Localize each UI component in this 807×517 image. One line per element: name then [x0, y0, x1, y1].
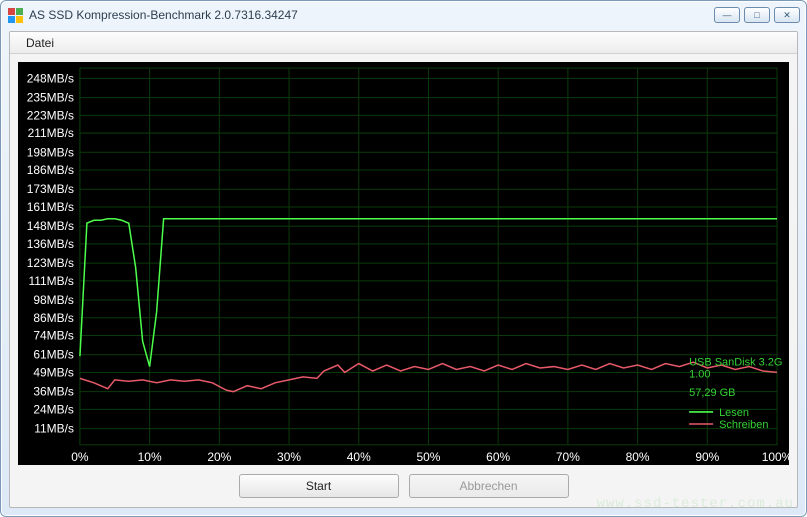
svg-text:198MB/s: 198MB/s — [27, 145, 74, 159]
svg-text:211MB/s: 211MB/s — [28, 126, 74, 140]
svg-text:111MB/s: 111MB/s — [28, 274, 73, 288]
close-button[interactable]: ✕ — [774, 7, 800, 23]
svg-text:235MB/s: 235MB/s — [27, 91, 74, 105]
menu-file[interactable]: Datei — [18, 34, 62, 52]
svg-text:11MB/s: 11MB/s — [34, 422, 74, 436]
legend-write: Schreiben — [719, 419, 768, 431]
svg-text:61MB/s: 61MB/s — [33, 348, 74, 362]
svg-text:74MB/s: 74MB/s — [33, 328, 74, 342]
svg-text:50%: 50% — [416, 450, 440, 464]
window-buttons: — □ ✕ — [714, 7, 800, 23]
svg-text:90%: 90% — [695, 450, 719, 464]
menubar: Datei — [10, 32, 797, 54]
legend-read: Lesen — [719, 407, 749, 419]
svg-text:60%: 60% — [486, 450, 510, 464]
minimize-button[interactable]: — — [714, 7, 740, 23]
svg-text:36MB/s: 36MB/s — [33, 385, 74, 399]
app-icon — [7, 7, 23, 23]
svg-text:161MB/s: 161MB/s — [27, 200, 74, 214]
app-window: AS SSD Kompression-Benchmark 2.0.7316.34… — [0, 0, 807, 517]
svg-text:186MB/s: 186MB/s — [27, 163, 74, 177]
button-row: Start Abbrechen — [10, 471, 797, 501]
svg-text:40%: 40% — [347, 450, 371, 464]
svg-text:30%: 30% — [277, 450, 301, 464]
svg-text:248MB/s: 248MB/s — [27, 71, 74, 85]
cancel-button: Abbrechen — [409, 474, 569, 498]
svg-text:148MB/s: 148MB/s — [27, 219, 74, 233]
start-button[interactable]: Start — [239, 474, 399, 498]
capacity-label: 57,29 GB — [689, 387, 735, 399]
svg-text:123MB/s: 123MB/s — [27, 256, 74, 270]
svg-text:98MB/s: 98MB/s — [33, 293, 74, 307]
svg-text:24MB/s: 24MB/s — [33, 402, 74, 416]
svg-text:0%: 0% — [71, 450, 89, 464]
svg-text:20%: 20% — [207, 450, 231, 464]
compression-chart: 11MB/s 24MB/s 36MB/s 49MB/s 61MB/s 74MB/s 86MB… — [18, 62, 789, 465]
window-title: AS SSD Kompression-Benchmark 2.0.7316.34… — [29, 8, 714, 22]
device-label: USB SanDisk 3.2G — [689, 357, 782, 369]
titlebar: AS SSD Kompression-Benchmark 2.0.7316.34… — [1, 1, 806, 29]
svg-text:10%: 10% — [138, 450, 162, 464]
svg-text:173MB/s: 173MB/s — [27, 182, 74, 196]
svg-text:86MB/s: 86MB/s — [33, 311, 74, 325]
svg-text:70%: 70% — [556, 450, 580, 464]
firmware-label: 1.00 — [689, 369, 710, 381]
svg-text:223MB/s: 223MB/s — [27, 108, 74, 122]
chart-area: 11MB/s 24MB/s 36MB/s 49MB/s 61MB/s 74MB/s 86MB… — [18, 62, 789, 465]
maximize-button[interactable]: □ — [744, 7, 770, 23]
client-area: Datei 11MB/s 24MB/s 36MB/s 49MB/s 61MB/s 74MB… — [9, 31, 798, 508]
svg-text:100%: 100% — [762, 450, 789, 464]
svg-text:80%: 80% — [626, 450, 650, 464]
svg-text:49MB/s: 49MB/s — [33, 365, 74, 379]
svg-text:136MB/s: 136MB/s — [27, 237, 74, 251]
